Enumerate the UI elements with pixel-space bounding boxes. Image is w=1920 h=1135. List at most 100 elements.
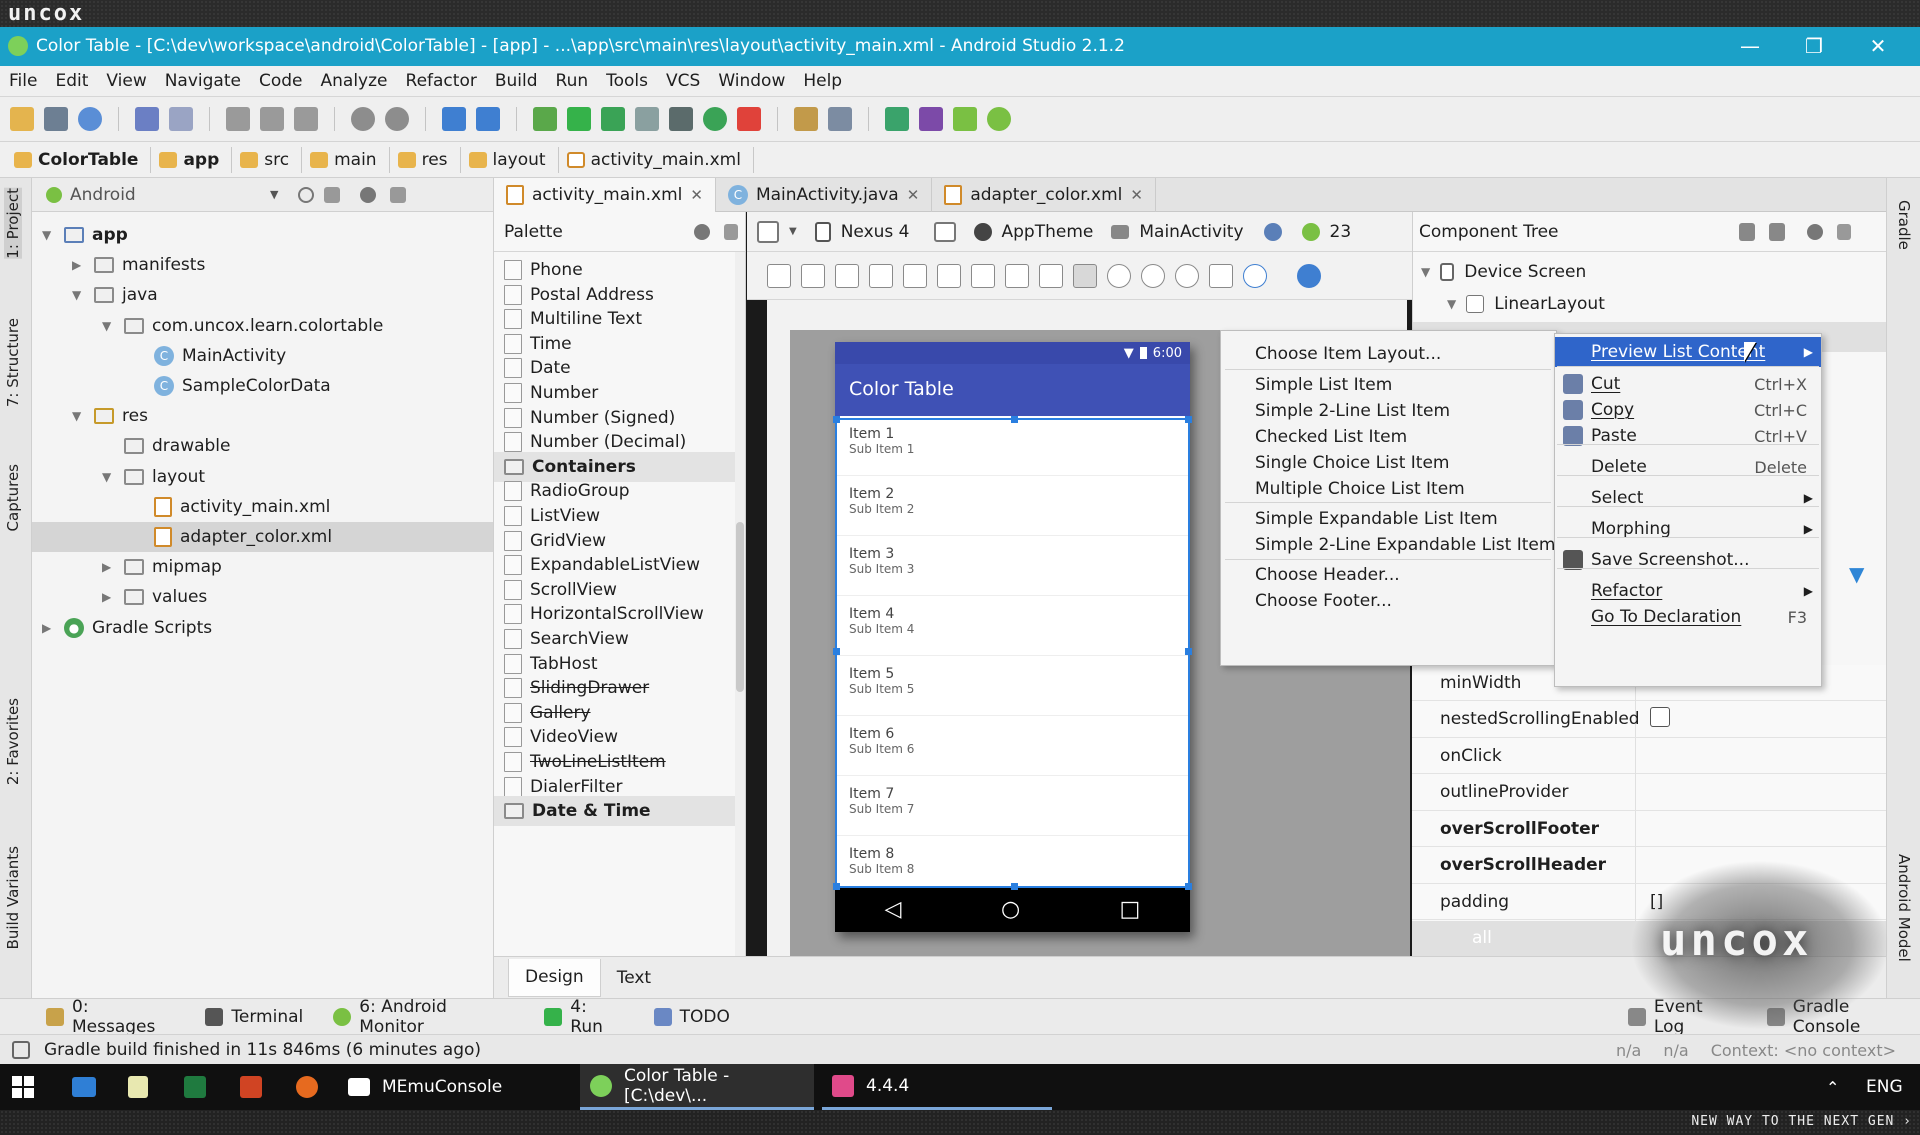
android-device-monitor-icon[interactable] bbox=[987, 107, 1011, 131]
start-button[interactable] bbox=[12, 1064, 34, 1110]
tree-item[interactable]: ▼ com.uncox.learn.colortable bbox=[102, 311, 383, 341]
tree-item[interactable]: ▶ manifests bbox=[72, 250, 205, 280]
language-indicator[interactable]: ENG bbox=[1866, 1064, 1903, 1110]
context-menu-item[interactable]: Delete Delete bbox=[1555, 452, 1821, 482]
collapse-arrow-icon[interactable]: ▼ bbox=[102, 319, 116, 333]
gear-icon[interactable] bbox=[360, 186, 377, 203]
list-layout-menu-item[interactable]: Simple 2-Line Expandable List Item bbox=[1255, 535, 1555, 555]
expand-arrow-icon[interactable]: ▶ bbox=[42, 621, 56, 635]
apply-changes-icon[interactable] bbox=[703, 107, 727, 131]
fill-height-icon[interactable] bbox=[903, 263, 927, 288]
tab-activity-main[interactable]: activity_main.xml ✕ bbox=[494, 177, 716, 212]
palette-category[interactable]: Date & Time bbox=[494, 796, 736, 827]
close-tab-icon[interactable]: ✕ bbox=[907, 186, 920, 204]
property-checkbox[interactable] bbox=[1650, 706, 1670, 727]
open-folder-icon[interactable] bbox=[10, 107, 34, 131]
resize-handle[interactable] bbox=[833, 648, 840, 655]
clear-weights-icon[interactable] bbox=[1039, 263, 1063, 288]
tool-tab-project[interactable]: 1: Project bbox=[4, 188, 22, 259]
tool-terminal[interactable]: Terminal bbox=[205, 1007, 303, 1027]
tree-item[interactable]: ▼ res bbox=[72, 401, 148, 431]
sync-gradle-icon[interactable] bbox=[885, 107, 909, 131]
layout-horizontal-icon[interactable] bbox=[767, 263, 791, 288]
taskbar-memuconsole[interactable]: MEmuConsole bbox=[340, 1064, 570, 1110]
tree-item[interactable]: adapter_color.xml bbox=[132, 522, 332, 552]
design-surface-icon[interactable] bbox=[757, 220, 779, 243]
tool-todo[interactable]: TODO bbox=[653, 1007, 730, 1027]
menu-run[interactable]: Run bbox=[547, 66, 598, 91]
tool-tab-build-variants[interactable]: Build Variants bbox=[4, 846, 22, 949]
menu-navigate[interactable]: Navigate bbox=[156, 66, 250, 91]
tree-item[interactable]: ▼ layout bbox=[102, 462, 205, 492]
page-icon[interactable] bbox=[1209, 263, 1233, 288]
hide-panel-icon[interactable] bbox=[1837, 223, 1851, 240]
home-nav-icon[interactable]: ○ bbox=[1001, 897, 1020, 922]
menu-file[interactable]: File bbox=[0, 66, 46, 91]
cut-icon[interactable] bbox=[226, 107, 250, 131]
tool-messages[interactable]: 0: Messages bbox=[46, 997, 175, 1037]
tree-item[interactable]: ▶ mipmap bbox=[102, 552, 222, 582]
collapse-arrow-icon[interactable]: ▼ bbox=[72, 288, 86, 302]
tree-item[interactable]: C SampleColorData bbox=[132, 371, 331, 401]
menu-tools[interactable]: Tools bbox=[597, 66, 657, 91]
collapse-all-icon[interactable] bbox=[324, 186, 341, 203]
close-window-button[interactable]: ✕ bbox=[1846, 31, 1910, 61]
taskbar-desktop[interactable] bbox=[72, 1064, 96, 1110]
breadcrumb-colortable[interactable]: ColorTable bbox=[14, 146, 152, 173]
list-layout-menu-item[interactable]: Checked List Item bbox=[1255, 427, 1407, 447]
breadcrumb-res[interactable]: res bbox=[397, 146, 461, 173]
tab-mainactivity-java[interactable]: C MainActivity.java ✕ bbox=[716, 177, 933, 212]
menu-code[interactable]: Code bbox=[250, 66, 312, 91]
make-project-icon[interactable] bbox=[533, 107, 557, 131]
redo-icon[interactable] bbox=[169, 107, 193, 131]
tab-adapter-color[interactable]: adapter_color.xml ✕ bbox=[932, 177, 1156, 212]
taskbar-android-studio[interactable]: Color Table - [C:\dev\... bbox=[580, 1064, 814, 1110]
palette-scrollbar[interactable] bbox=[735, 252, 745, 956]
taskbar-notepad[interactable] bbox=[128, 1064, 148, 1110]
menu-view[interactable]: View bbox=[97, 66, 155, 91]
device-select[interactable]: Nexus 4 bbox=[841, 222, 910, 242]
taskbar-powerpoint[interactable] bbox=[240, 1064, 262, 1110]
recents-nav-icon[interactable]: □ bbox=[1120, 897, 1141, 922]
run-icon[interactable] bbox=[567, 107, 591, 131]
settings-icon[interactable] bbox=[828, 107, 852, 131]
minimize-button[interactable]: — bbox=[1718, 31, 1782, 61]
collapse-arrow-icon[interactable]: ▼ bbox=[102, 470, 116, 484]
status-context[interactable]: Context: <no context> bbox=[1711, 1041, 1896, 1060]
zoom-in-icon[interactable] bbox=[1141, 263, 1165, 288]
refresh-icon[interactable] bbox=[1243, 263, 1267, 288]
paste-icon[interactable] bbox=[294, 107, 318, 131]
breadcrumb-app[interactable]: app bbox=[159, 146, 233, 173]
breadcrumb-layout[interactable]: layout bbox=[468, 146, 559, 173]
resize-handle[interactable] bbox=[1185, 883, 1192, 890]
select-tool-icon[interactable] bbox=[1073, 263, 1097, 288]
tab-text[interactable]: Text bbox=[601, 959, 667, 997]
resize-handle[interactable] bbox=[1185, 648, 1192, 655]
tool-tab-favorites[interactable]: 2: Favorites bbox=[4, 698, 22, 785]
attach-debugger-icon[interactable] bbox=[635, 107, 659, 131]
collapse-arrow-icon[interactable]: ▼ bbox=[72, 409, 86, 423]
context-menu-item[interactable]: Save Screenshot... bbox=[1555, 545, 1821, 575]
resize-handle[interactable] bbox=[833, 416, 840, 423]
taskbar-firefox[interactable] bbox=[296, 1064, 318, 1110]
tool-tab-captures[interactable]: Captures bbox=[4, 464, 22, 531]
menu-analyze[interactable]: Analyze bbox=[312, 66, 397, 91]
resize-handle[interactable] bbox=[1011, 883, 1018, 890]
menu-vcs[interactable]: VCS bbox=[657, 66, 709, 91]
menu-edit[interactable]: Edit bbox=[46, 66, 97, 91]
tree-node-linearlayout[interactable]: ▼ LinearLayout bbox=[1447, 288, 1605, 320]
chevron-down-icon[interactable]: ▼ bbox=[789, 226, 797, 237]
property-row[interactable]: onClick bbox=[1412, 737, 1886, 774]
breadcrumb-src[interactable]: src bbox=[240, 146, 303, 173]
property-row[interactable]: overScrollFooter bbox=[1412, 810, 1886, 847]
gear-icon[interactable] bbox=[1807, 223, 1823, 240]
tree-item[interactable]: activity_main.xml bbox=[132, 492, 330, 522]
menu-help[interactable]: Help bbox=[794, 66, 851, 91]
context-menu-item[interactable]: Preview List Content ▶ bbox=[1555, 337, 1821, 367]
close-tab-icon[interactable]: ✕ bbox=[690, 186, 703, 204]
hide-panel-icon[interactable] bbox=[390, 186, 407, 203]
theme-select[interactable]: AppTheme bbox=[1002, 222, 1094, 242]
close-tab-icon[interactable]: ✕ bbox=[1130, 186, 1143, 204]
tool-run[interactable]: 4: Run bbox=[544, 997, 623, 1037]
expand-all-icon[interactable] bbox=[1739, 222, 1755, 241]
